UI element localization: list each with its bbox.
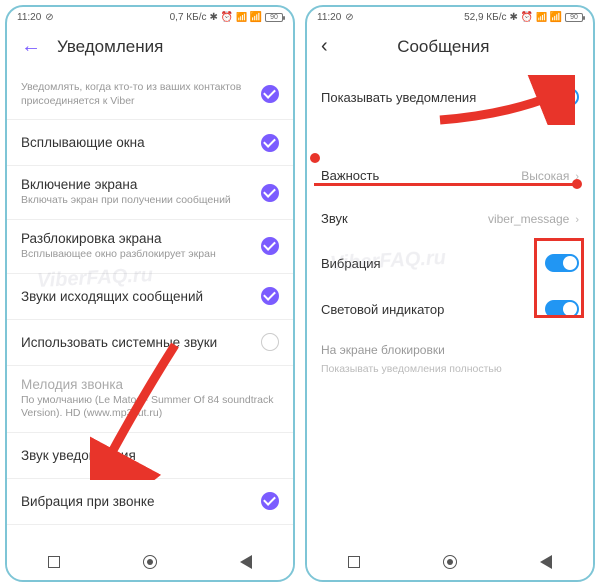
- checkbox-icon[interactable]: [261, 85, 279, 103]
- status-icon: ⊘: [45, 12, 53, 23]
- nav-recent-icon[interactable]: [48, 556, 60, 568]
- row-label: Показывать уведомления: [321, 90, 476, 105]
- row-show-notifications[interactable]: Показывать уведомления: [307, 68, 593, 126]
- header: ← Уведомления: [7, 25, 293, 68]
- row-light-indicator[interactable]: Световой индикатор: [307, 286, 593, 332]
- row-unlock[interactable]: Разблокировка экрана Всплывающее окно раз…: [7, 220, 293, 274]
- alarm-icon: ⏰: [521, 12, 533, 23]
- row-label: Использовать системные звуки: [21, 335, 251, 350]
- status-data: 0,7 КБ/с: [170, 12, 207, 23]
- row-ringtone: Мелодия звонка По умолчанию (Le Matos - S…: [7, 366, 293, 433]
- row-label: Звук уведомления: [21, 448, 279, 463]
- toggle-icon[interactable]: [545, 300, 579, 318]
- row-contact-joined[interactable]: Уведомлять, когда кто-то из ваших контак…: [7, 68, 293, 120]
- row-screen-on[interactable]: Включение экрана Включать экран при получ…: [7, 166, 293, 220]
- page-title: Сообщения: [397, 37, 489, 57]
- row-label: Мелодия звонка: [21, 377, 279, 392]
- checkbox-icon[interactable]: [261, 492, 279, 510]
- row-sub: Включать экран при получении сообщений: [21, 194, 251, 208]
- battery-icon: 90: [565, 13, 583, 22]
- nav-home-icon[interactable]: [443, 555, 457, 569]
- battery-icon: 90: [265, 13, 283, 22]
- row-label: Звуки исходящих сообщений: [21, 289, 251, 304]
- row-popup[interactable]: Всплывающие окна: [7, 120, 293, 166]
- row-label: Вибрация при звонке: [21, 494, 251, 509]
- row-vibration[interactable]: Вибрация: [307, 240, 593, 286]
- bluetooth-icon: ✱: [209, 12, 217, 23]
- bluetooth-icon: ✱: [509, 12, 517, 23]
- row-notification-sound[interactable]: Звук уведомления: [7, 433, 293, 479]
- wifi-icon: 📶: [550, 12, 562, 23]
- settings-list: Показывать уведомления Важность Высокая ›…: [307, 68, 593, 386]
- navbar: [7, 544, 293, 580]
- header: ‹ Сообщения: [307, 25, 593, 68]
- row-outgoing-sounds[interactable]: Звуки исходящих сообщений: [7, 274, 293, 320]
- checkbox-icon[interactable]: [261, 333, 279, 351]
- row-sound[interactable]: Звук viber_message ›: [307, 197, 593, 240]
- checkbox-icon[interactable]: [261, 237, 279, 255]
- status-time: 11:20: [17, 12, 41, 23]
- navbar: [307, 544, 593, 580]
- toggle-icon[interactable]: [545, 254, 579, 272]
- status-data: 52,9 КБ/с: [464, 12, 506, 23]
- row-sub: Всплывающее окно разблокирует экран: [21, 248, 251, 262]
- nav-back-icon[interactable]: [540, 555, 552, 569]
- chevron-right-icon: ›: [575, 214, 579, 226]
- wifi-icon: 📶: [250, 12, 262, 23]
- row-label: Разблокировка экрана: [21, 231, 251, 246]
- back-icon[interactable]: ‹: [321, 35, 328, 58]
- checkbox-icon[interactable]: [261, 184, 279, 202]
- nav-back-icon[interactable]: [240, 555, 252, 569]
- page-title: Уведомления: [57, 37, 163, 57]
- toggle-icon[interactable]: [545, 88, 579, 106]
- row-value: Высокая: [521, 169, 569, 183]
- chevron-right-icon: ›: [575, 171, 579, 183]
- status-icon: ⊘: [345, 12, 353, 23]
- row-vibrate-call[interactable]: Вибрация при звонке: [7, 479, 293, 525]
- phone-right: 11:20⊘ 52,9 КБ/с✱⏰📶📶90 ‹ Сообщения Показ…: [305, 5, 595, 582]
- row-use-system[interactable]: Использовать системные звуки: [7, 320, 293, 366]
- row-sub: Уведомлять, когда кто-то из ваших контак…: [21, 81, 251, 108]
- statusbar: 11:20⊘ 52,9 КБ/с✱⏰📶📶90: [307, 7, 593, 25]
- status-time: 11:20: [317, 12, 341, 23]
- row-lock-screen[interactable]: На экране блокировки Показывать уведомле…: [307, 332, 593, 386]
- row-sub: Показывать уведомления полностью: [321, 362, 579, 377]
- nav-recent-icon[interactable]: [348, 556, 360, 568]
- row-label: Вибрация: [321, 256, 381, 271]
- row-label: Световой индикатор: [321, 302, 444, 317]
- nav-home-icon[interactable]: [143, 555, 157, 569]
- signal-icon: 📶: [236, 12, 246, 23]
- back-icon[interactable]: ←: [21, 35, 41, 58]
- signal-icon: 📶: [536, 12, 546, 23]
- settings-list: Уведомлять, когда кто-то из ваших контак…: [7, 68, 293, 525]
- row-label: Звук: [321, 211, 348, 226]
- statusbar: 11:20⊘ 0,7 КБ/с✱⏰📶📶90: [7, 7, 293, 25]
- row-value: viber_message: [488, 212, 569, 226]
- row-sub: По умолчанию (Le Matos - Summer Of 84 so…: [21, 394, 279, 421]
- row-importance[interactable]: Важность Высокая ›: [307, 154, 593, 197]
- checkbox-icon[interactable]: [261, 287, 279, 305]
- row-label: На экране блокировки: [321, 342, 579, 359]
- row-label: Включение экрана: [21, 177, 251, 192]
- checkbox-icon[interactable]: [261, 134, 279, 152]
- alarm-icon: ⏰: [221, 12, 233, 23]
- row-label: Важность: [321, 168, 379, 183]
- phone-left: 11:20⊘ 0,7 КБ/с✱⏰📶📶90 ← Уведомления Увед…: [5, 5, 295, 582]
- row-label: Всплывающие окна: [21, 135, 251, 150]
